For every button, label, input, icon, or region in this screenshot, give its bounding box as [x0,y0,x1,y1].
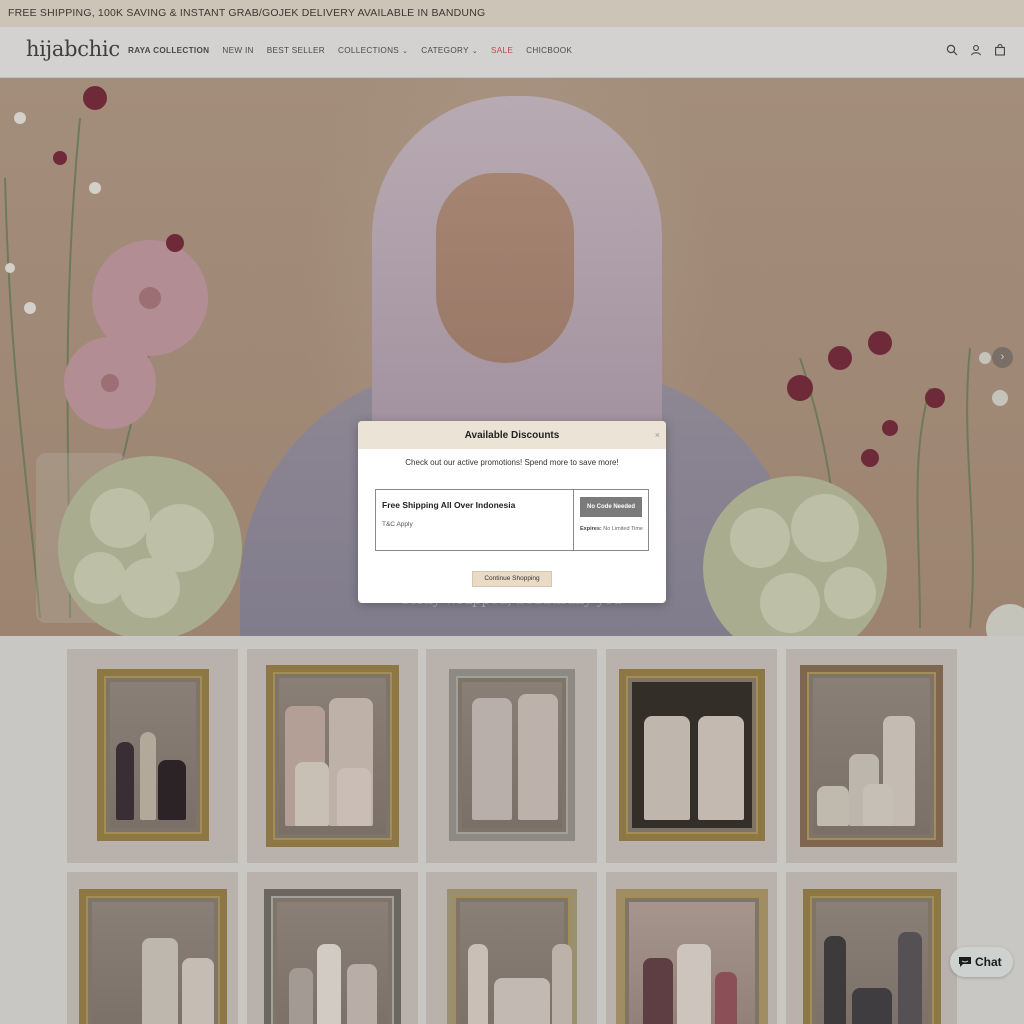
promo-card: Free Shipping All Over Indonesia T&C App… [375,489,649,551]
promo-details: No Code Needed Expires: No Limited Time [573,490,649,550]
modal-header: Available Discounts × [358,421,666,449]
discounts-modal: Available Discounts × Check out our acti… [358,421,666,603]
promo-terms: T&C Apply [382,521,413,528]
close-icon[interactable]: × [655,430,660,440]
chat-button[interactable]: Chat [950,947,1013,977]
expires-value: No Limited Time [603,526,643,532]
chat-label: Chat [975,955,1002,969]
continue-shopping-button[interactable]: Continue Shopping [472,571,552,587]
modal-title: Available Discounts [464,430,560,441]
promo-name: Free Shipping All Over Indonesia [382,500,516,510]
chat-bubble-icon [959,957,971,967]
expires-label: Expires: [580,526,602,532]
promo-expiry: Expires: No Limited Time [580,525,648,534]
promo-code-badge: No Code Needed [580,497,642,517]
modal-subtitle: Check out our active promotions! Spend m… [405,458,619,467]
